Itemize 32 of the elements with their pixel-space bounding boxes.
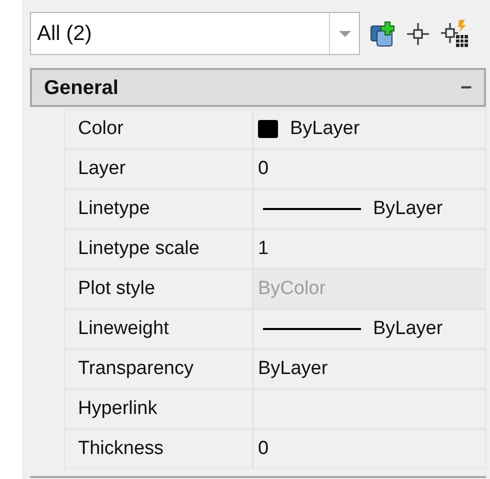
value-cell[interactable]: 0 [254,150,485,188]
property-label: Transparency [65,350,252,388]
add-selection-icon[interactable] [370,20,396,46]
property-value: 0 [258,156,269,181]
collapse-toggle[interactable]: − [460,72,472,103]
dropdown-value: All (2) [36,20,93,47]
value-cell[interactable]: ByLayer [254,310,485,348]
property-label: Lineweight [65,310,252,348]
property-value: ByLayer [373,316,443,341]
property-label: Thickness [65,430,252,468]
filter-dropdown[interactable]: All (2) [30,12,360,55]
property-label: Linetype [65,190,252,228]
property-label: Layer [65,150,252,188]
property-value: ByLayer [258,356,328,381]
section-header[interactable]: General − [30,68,486,108]
property-value: ByLayer [373,196,443,221]
value-cell[interactable]: ByLayer [254,350,485,388]
property-value: ByColor [258,276,326,301]
value-cell[interactable]: 0 [254,430,485,468]
property-label: Hyperlink [65,390,252,428]
property-value: 0 [258,436,269,461]
value-cell[interactable]: 1 [254,230,485,268]
value-cell[interactable]: ByLayer [254,110,485,148]
quick-select-icon[interactable] [440,18,470,48]
property-label: Linetype scale [65,230,252,268]
property-label: Color [65,110,252,148]
section-title: General [44,76,118,101]
crosshair-icon[interactable] [406,22,430,46]
property-label: Plot style [65,270,252,308]
value-cell[interactable]: ByLayer [254,190,485,228]
property-value: ByLayer [290,116,360,141]
property-value: 1 [258,236,269,261]
